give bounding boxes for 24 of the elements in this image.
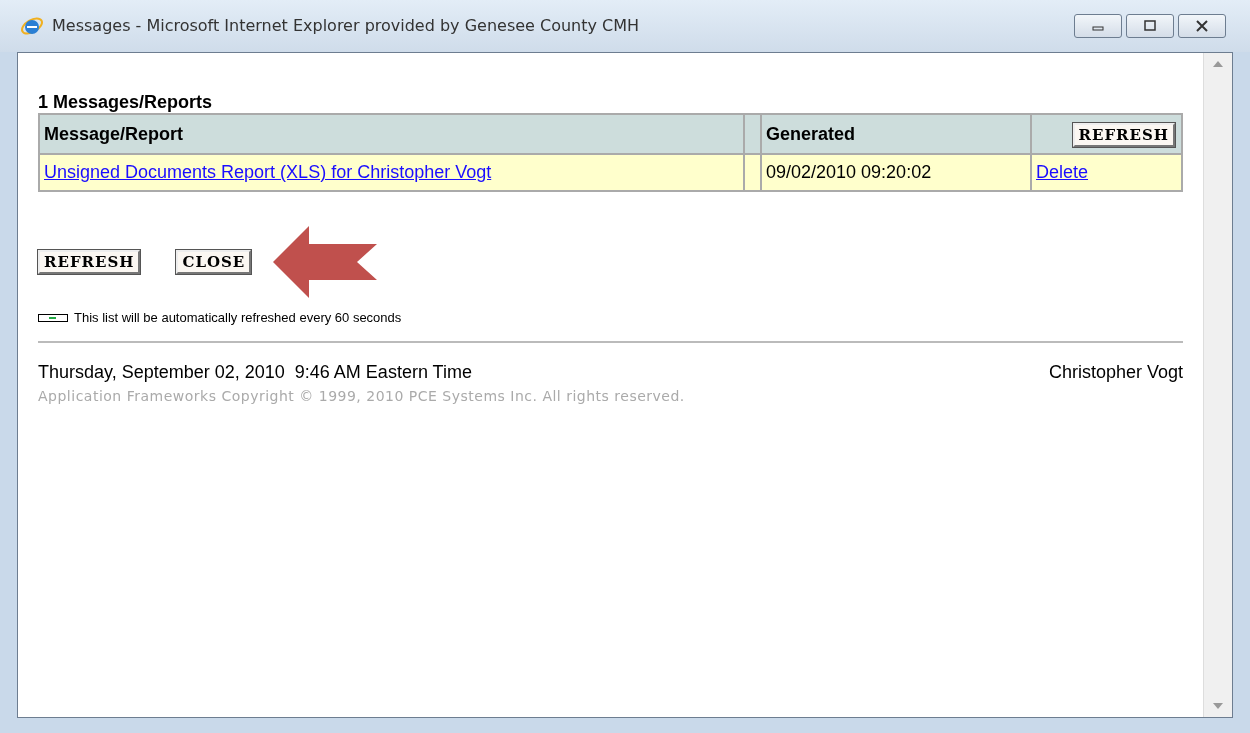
column-header: Generated xyxy=(761,114,1031,154)
maximize-icon xyxy=(1143,20,1157,32)
refresh-button[interactable]: REFRESH xyxy=(38,250,141,274)
scroll-down-icon xyxy=(1213,703,1223,709)
scrollbar[interactable] xyxy=(1203,53,1232,717)
browser-logo-icon xyxy=(20,14,44,38)
close-button[interactable] xyxy=(1178,14,1226,38)
window-title: Messages - Microsoft Internet Explorer provided by Genesee County CMH xyxy=(52,15,640,37)
date-time: Thursday, September 02, 2010 9:46 AM Eastern Time xyxy=(38,360,472,384)
copyright-text: Application Frameworks Copyright © 1999, 2010 PCE Systems Inc. All rights reserved. xyxy=(38,386,686,406)
progress-icon xyxy=(38,313,68,322)
delete-link[interactable]: Delete xyxy=(1036,162,1089,182)
minimize-button[interactable] xyxy=(1074,14,1122,38)
refresh-note: This list will be automatically refreshed every 60 seconds xyxy=(74,309,402,327)
refresh-button[interactable]: REFRESH xyxy=(1072,123,1175,147)
arrow-icon xyxy=(273,226,378,298)
table-cell: 09/02/2010 09:20:02 xyxy=(761,154,1031,191)
scroll-up-icon xyxy=(1213,61,1223,67)
maximize-button[interactable] xyxy=(1126,14,1174,38)
user-name: Christopher Vogt xyxy=(1048,360,1183,384)
close-button[interactable]: CLOSE xyxy=(176,250,252,274)
section-heading: 1 Messages/Reports xyxy=(38,91,214,113)
column-header: Message/Report xyxy=(39,114,744,154)
close-icon xyxy=(1195,20,1209,32)
